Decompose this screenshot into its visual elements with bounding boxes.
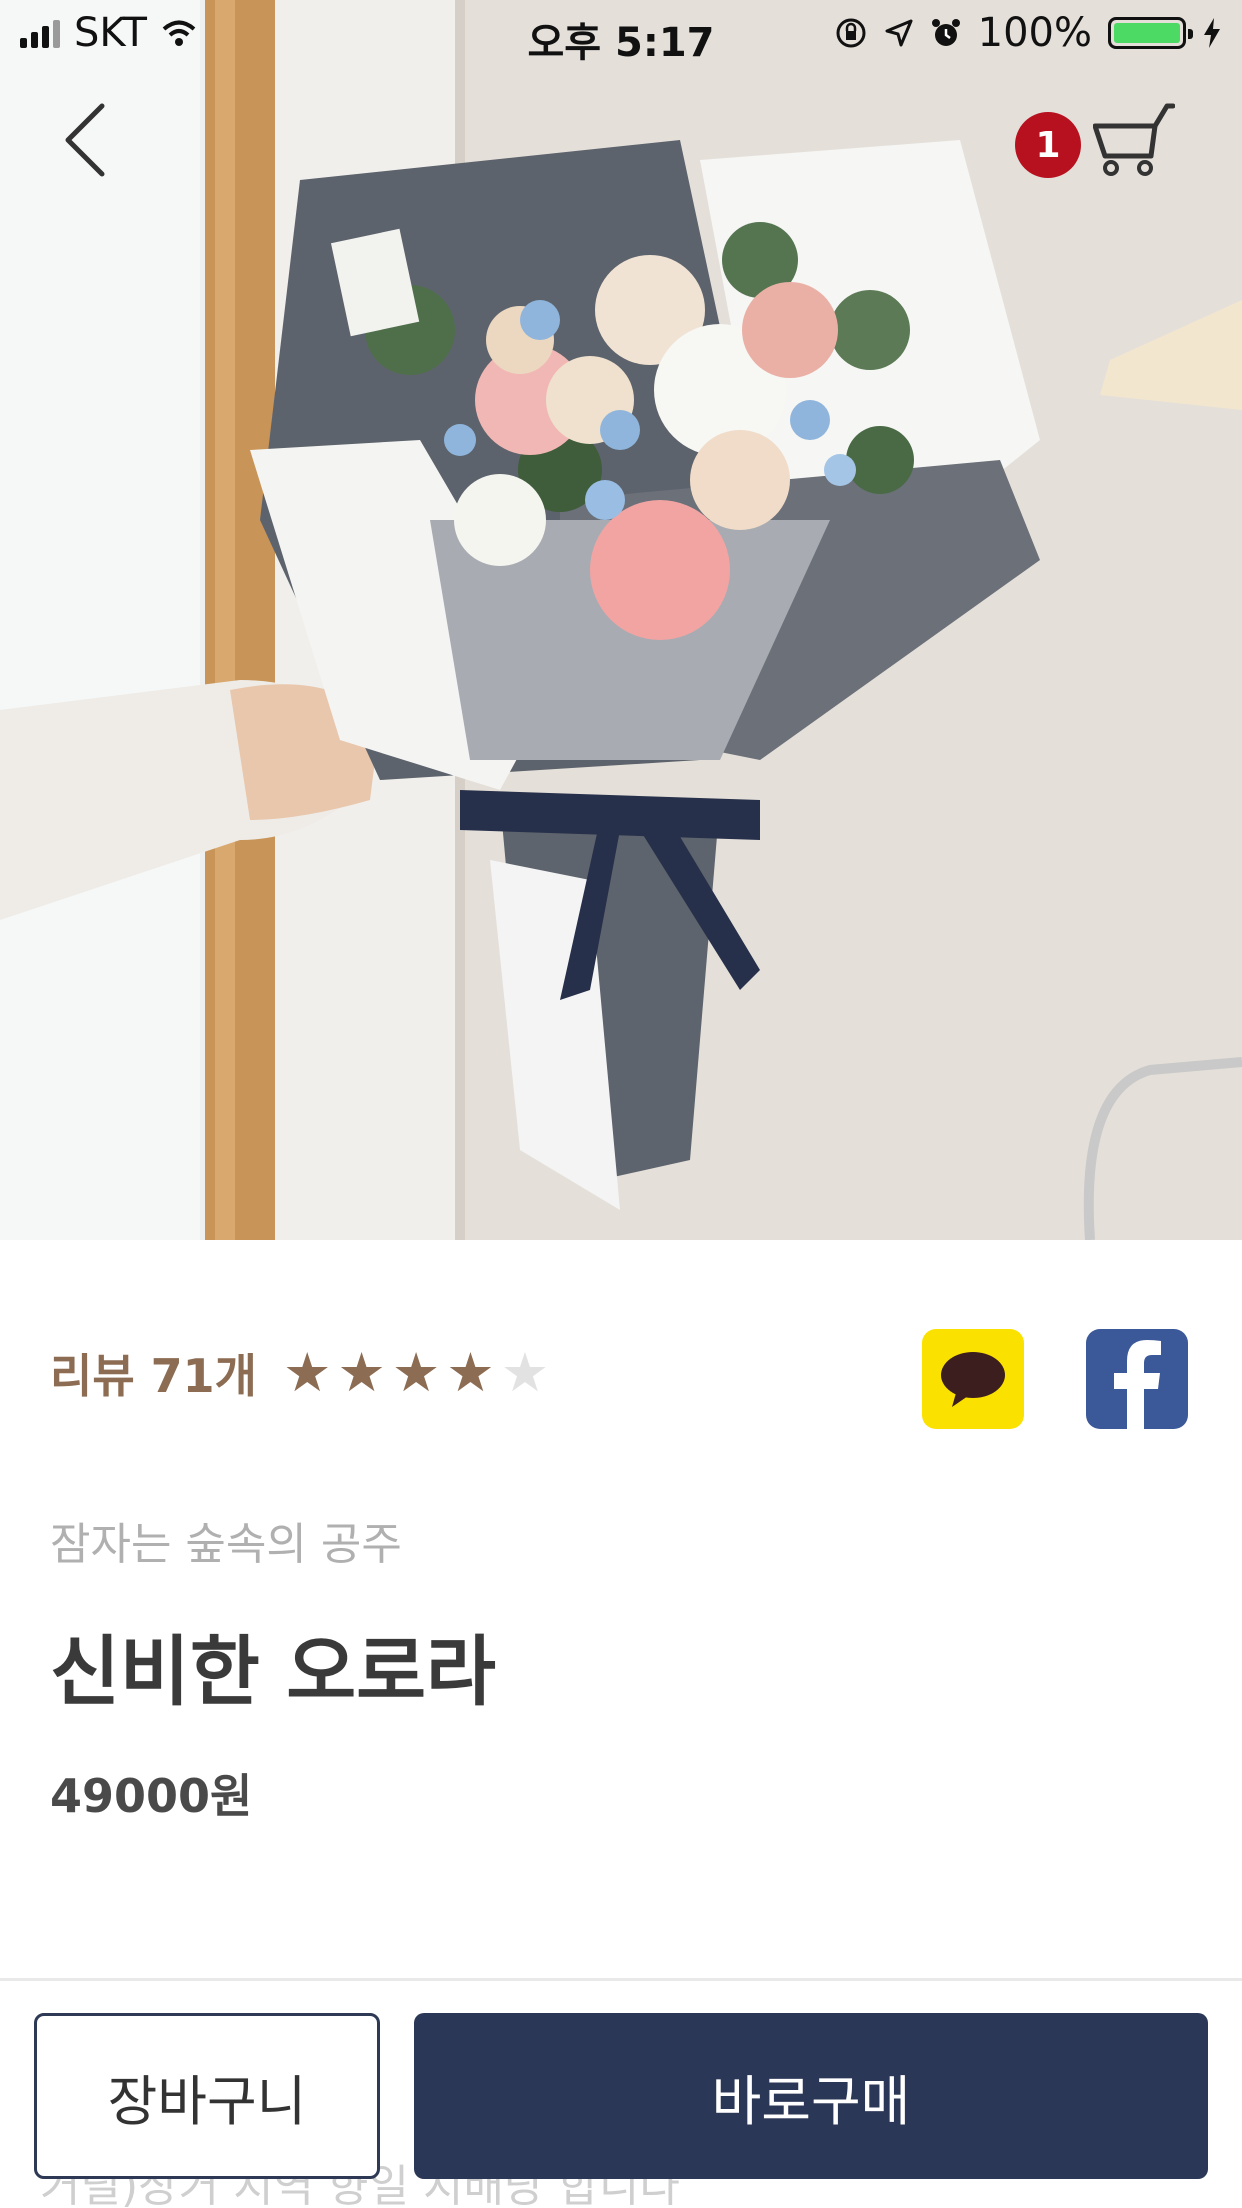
kakaotalk-icon xyxy=(941,1352,1005,1407)
facebook-icon xyxy=(1114,1340,1161,1429)
facebook-share-button[interactable] xyxy=(1086,1329,1188,1429)
chevron-left-icon xyxy=(65,103,105,177)
add-to-cart-button[interactable]: 장바구니 xyxy=(34,2013,380,2179)
product-subtitle: 잠자는 숲속의 공주 xyxy=(50,1519,402,1570)
cart-icon xyxy=(1093,103,1175,176)
battery-percent: 100% xyxy=(977,10,1092,56)
review-summary[interactable]: 리뷰 71개 ★ ★ ★ ★ ★ xyxy=(50,1340,549,1406)
rotation-lock-icon xyxy=(836,18,866,48)
star-filled-icon: ★ xyxy=(391,1341,441,1404)
location-icon xyxy=(885,19,913,47)
back-button[interactable] xyxy=(56,100,116,180)
alarm-icon xyxy=(931,19,960,46)
product-title: 신비한 오로라 xyxy=(50,1627,496,1716)
star-filled-icon: ★ xyxy=(446,1341,495,1404)
charging-icon xyxy=(1204,18,1220,48)
product-price: 49000원 xyxy=(50,1769,253,1823)
battery-icon xyxy=(1108,17,1193,49)
review-count: 리뷰 71개 xyxy=(50,1349,257,1403)
star-empty-icon: ★ xyxy=(500,1341,550,1404)
star-filled-icon: ★ xyxy=(283,1341,332,1404)
star-rating: ★ ★ ★ ★ ★ xyxy=(283,1346,549,1400)
buy-now-button[interactable]: 바로구매 xyxy=(414,2013,1208,2179)
status-bar: SKT 오후 5:17 100% xyxy=(0,0,1242,70)
product-image xyxy=(0,0,1242,1240)
product-detail-screen: SKT 오후 5:17 100% 1 리뷰 71개 ★ ★ ★ ★ ★ 잠자는 … xyxy=(0,0,1242,2208)
cart-button[interactable]: 1 xyxy=(1015,100,1175,180)
cart-count-badge: 1 xyxy=(1015,112,1081,178)
star-filled-icon: ★ xyxy=(337,1341,386,1404)
bottom-bar-divider xyxy=(0,1978,1242,1981)
kakao-share-button[interactable] xyxy=(922,1329,1024,1429)
